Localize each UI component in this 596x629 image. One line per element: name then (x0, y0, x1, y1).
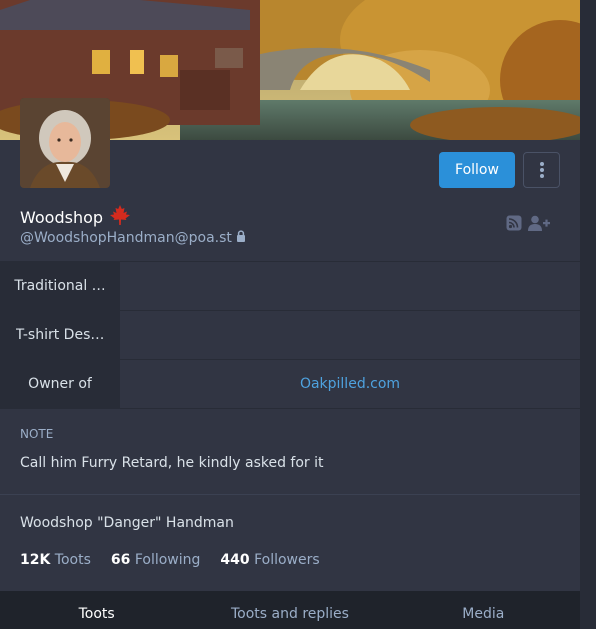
maple-leaf-icon (109, 204, 131, 230)
profile-field-value (120, 262, 580, 310)
toots-counter[interactable]: 12K Toots (20, 552, 91, 568)
note-label: Note (20, 427, 54, 441)
display-name: Woodshop (20, 207, 104, 227)
profile-field-name: Traditional … (0, 262, 120, 310)
account-handle-row: @WoodshopHandman@poa.st (20, 230, 246, 246)
tab-toots[interactable]: Toots (0, 591, 193, 629)
add-user-icon[interactable] (528, 215, 550, 235)
lock-icon (236, 230, 246, 246)
profile-field-row: Owner of Oakpilled.com (0, 359, 580, 408)
display-name-row: Woodshop (20, 204, 131, 230)
account-note: Note Call him Furry Retard, he kindly as… (0, 408, 580, 495)
scrollbar-gutter (580, 0, 596, 629)
account-handle: @WoodshopHandman@poa.st (20, 230, 232, 246)
profile-field-row: Traditional … (0, 261, 580, 310)
account-panel: Follow Woodshop @WoodshopHandman@poa.st (0, 0, 580, 629)
profile-fields: Traditional … T-shirt Des… Owner of Oakp… (0, 261, 580, 408)
tab-toots-and-replies[interactable]: Toots and replies (193, 591, 386, 629)
profile-field-link[interactable]: Oakpilled.com (120, 360, 580, 408)
profile-field-value (120, 311, 580, 359)
note-text: Call him Furry Retard, he kindly asked f… (20, 455, 324, 471)
followers-counter[interactable]: 440 Followers (220, 552, 319, 568)
follow-button[interactable]: Follow (439, 152, 515, 188)
rss-feed-icon[interactable] (506, 215, 522, 235)
account-tabs: Toots Toots and replies Media (0, 591, 580, 629)
profile-field-row: T-shirt Des… (0, 310, 580, 359)
more-options-button[interactable] (523, 152, 560, 188)
following-counter[interactable]: 66 Following (111, 552, 201, 568)
account-action-icons (506, 215, 550, 235)
avatar[interactable] (20, 98, 110, 188)
account-counters: 12K Toots 66 Following 440 Followers (20, 552, 320, 568)
profile-field-name: T-shirt Des… (0, 311, 120, 359)
account-bio-name: Woodshop "Danger" Handman (20, 515, 234, 531)
ellipsis-vertical-icon (539, 162, 544, 178)
tab-media[interactable]: Media (387, 591, 580, 629)
profile-field-name: Owner of (0, 360, 120, 408)
